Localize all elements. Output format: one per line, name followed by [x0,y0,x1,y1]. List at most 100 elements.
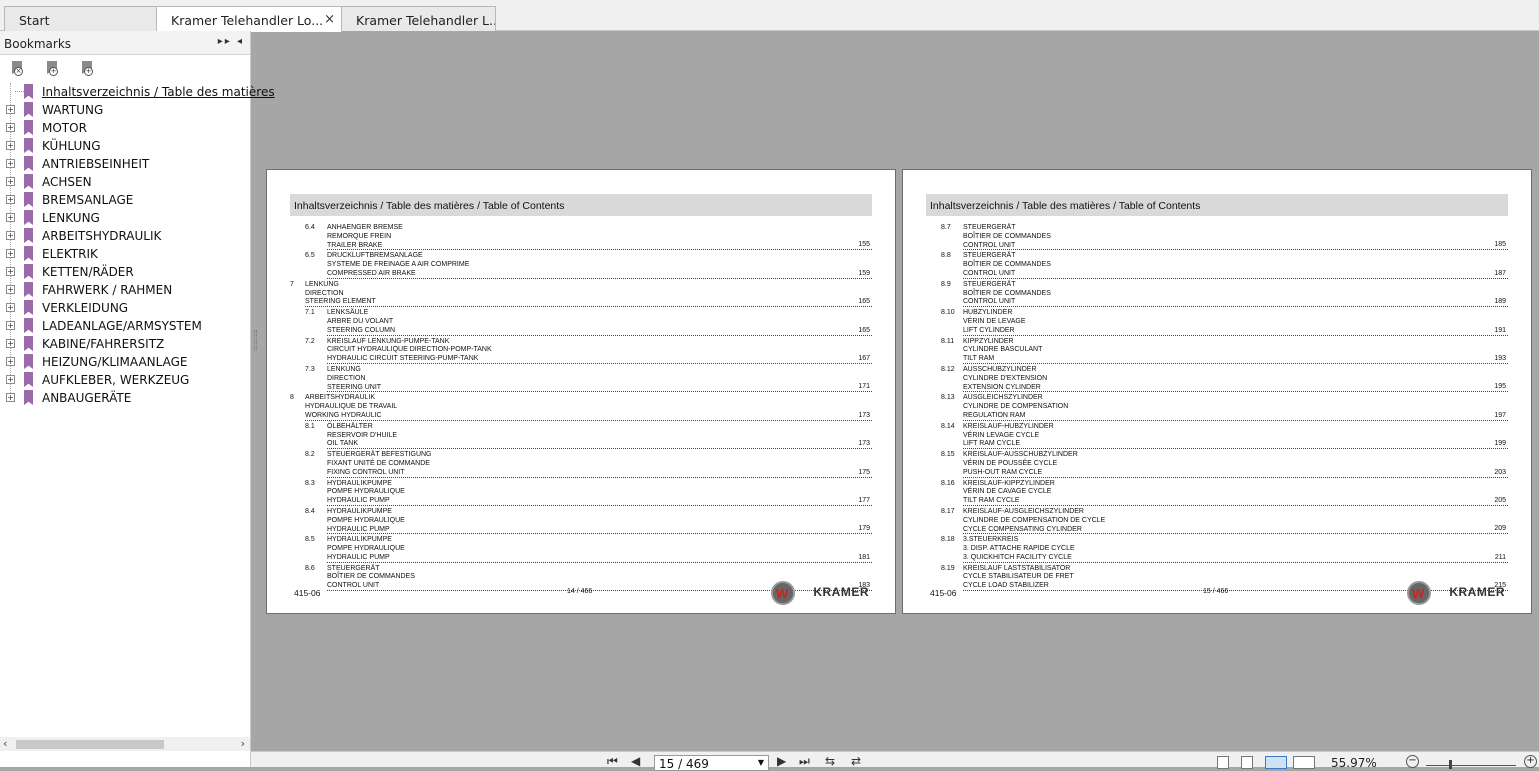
bookmark-item[interactable]: + ANTRIEBSEINHEIT [0,155,250,173]
tab-document-1[interactable]: Kramer Telehandler Lo... × [156,6,342,32]
toc-entry[interactable]: 8.1 ÖLBEHÄLTER RESERVOIR D'HUILE OIL TANK 17… [290,423,872,450]
zoom-out-icon[interactable]: − [1406,755,1419,768]
bookmark-item[interactable]: + BREMSANLAGE [0,191,250,209]
horizontal-scrollbar[interactable]: ‹ › [0,737,250,751]
expand-icon[interactable]: + [6,357,15,366]
panel-controls-icon[interactable]: ▸▸ ◂ [218,36,244,47]
toc-entry[interactable]: 8.16 KREISLAUF-KIPPZYLINDER VÉRIN DE CAVAG… [926,480,1508,506]
section-title-line: STEUERGERÄT [963,280,1016,288]
section-number: 8.7 [941,224,951,231]
prev-page-icon[interactable]: ◀ [631,754,640,768]
toc-entry[interactable]: 8.7 STEUERGERÄT BOÎTIER DE COMMANDES CONTRO… [926,224,1508,251]
toc-entry[interactable]: 8.17 KREISLAUF-AUSGLEICHSZYLINDER CYLINDRE… [926,508,1508,535]
bookmark-icon [24,210,33,225]
toc-entry[interactable]: 8.2 STEUERGERÄT BEFESTIGUNG FIXANT UNITÉ D… [290,451,872,478]
toc-entry[interactable]: 6.5 DRUCKLUFTBREMSANLAGE SYSTEME DE FREINA… [290,252,872,279]
add-bookmark-icon[interactable]: + [45,61,59,77]
bookmark-item[interactable]: + ANBAUGERÄTE [0,389,250,407]
section-number: 6.5 [305,252,315,260]
section-titles: HYDRAULIKPUMPE POMPE HYDRAULIQUE HYDRAULIC… [327,536,872,563]
toc-entry[interactable]: 7.3 LENKUNG DIRECTION STEERING UNIT 171 [290,366,872,393]
close-icon[interactable]: × [324,12,335,27]
splitter-grip[interactable] [254,330,257,350]
expand-icon[interactable]: + [6,393,15,402]
toc-entry[interactable]: 7 LENKUNG DIRECTION STEERING ELEMENT 165 [290,281,872,308]
bookmark-item[interactable]: + LADEANLAGE/ARMSYSTEM [0,317,250,335]
expand-icon[interactable]: + [6,267,15,276]
expand-icon[interactable]: + [6,213,15,222]
bookmark-item[interactable]: + ELEKTRIK [0,245,250,263]
bookmark-item[interactable]: + VERKLEIDUNG [0,299,250,317]
bookmark-item[interactable]: + ACHSEN [0,173,250,191]
toc-entry[interactable]: 8.3 HYDRAULIKPUMPE POMPE HYDRAULIQUE HYDRAU… [290,480,872,506]
expand-icon[interactable]: + [6,321,15,330]
bookmark-item[interactable]: + AUFKLEBER, WERKZEUG [0,371,250,389]
scroll-right-icon[interactable]: › [241,737,245,750]
tab-document-2[interactable]: Kramer Telehandler L... [341,6,496,31]
continuous-facing-view-icon[interactable] [1293,756,1315,769]
toc-entry[interactable]: 8.12 AUSSCHUBZYLINDER CYLINDRE D'EXTENSION… [926,366,1508,393]
expand-icon[interactable]: + [6,123,15,132]
toc-entry[interactable]: 8.11 KIPPZYLINDER CYLINDRE BASCULANT TILT R… [926,338,1508,364]
expand-icon[interactable]: + [6,159,15,168]
expand-icon[interactable]: + [6,105,15,114]
bookmark-item[interactable]: + KETTEN/RÄDER [0,263,250,281]
delete-bookmark-icon[interactable]: × [10,61,24,77]
expand-icon[interactable]: + [6,195,15,204]
section-number: 8 [290,394,294,402]
section-titles: ÖLBEHÄLTER RESERVOIR D'HUILE OIL TANK [327,423,872,450]
section-title-line: CYCLE STABILISATEUR DE FRET [963,573,1074,581]
expand-icon[interactable]: + [6,303,15,312]
toc-entry[interactable]: 8.18 3.STEUERKREIS 3. DISP. ATTACHE RAPIDE… [926,536,1508,563]
bookmark-item[interactable]: + KÜHLUNG [0,137,250,155]
continuous-view-icon[interactable] [1241,756,1253,769]
add-child-bookmark-icon[interactable]: + [80,61,94,77]
toc-entry[interactable]: 8.10 HUBZYLINDER VÉRIN DE LEVAGE LIFT CYLIN… [926,309,1508,336]
toc-page-number: 209 [1494,525,1506,533]
next-page-icon[interactable]: ▶ [777,754,786,768]
section-number: 8.4 [305,507,315,515]
zoom-slider-thumb[interactable] [1449,760,1452,769]
toc-entry[interactable]: 6.4 ANHAENGER BREMSE REMORQUE FREIN TRAILER… [290,224,872,251]
tab-start[interactable]: Start [4,6,158,31]
zoom-slider[interactable] [1426,765,1516,766]
toc-entry[interactable]: 7.2 KREISLAUF LENKUNG-PUMPE-TANK CIRCUIT H… [290,338,872,364]
expand-icon[interactable]: + [6,141,15,150]
chevron-down-icon[interactable]: ▼ [758,758,764,767]
expand-icon[interactable]: + [6,177,15,186]
bookmark-item[interactable]: + FAHRWERK / RAHMEN [0,281,250,299]
go-back-icon[interactable]: ⇆ [825,754,835,768]
toc-entry[interactable]: 8.8 STEUERGERÄT BOÎTIER DE COMMANDES CONTRO… [926,252,1508,279]
expand-icon[interactable]: + [6,249,15,258]
expand-icon[interactable]: + [6,285,15,294]
toc-entry[interactable]: 8.4 HYDRAULIKPUMPE POMPE HYDRAULIQUE HYDRAU… [290,507,872,535]
toc-page-number: 167 [858,354,870,362]
facing-view-icon[interactable] [1265,756,1287,769]
bookmark-icon [24,192,33,207]
toc-entry[interactable]: 8 ARBEITSHYDRAULIK HYDRAULIQUE DE TRAVAIL W… [290,394,872,421]
section-titles: KREISLAUF LENKUNG-PUMPE-TANK CIRCUIT HYDR… [327,338,872,364]
bookmark-item[interactable]: Inhaltsverzeichnis / Table des matières [0,83,275,101]
wacker-logo-icon [1407,581,1431,605]
bookmark-item[interactable]: + KABINE/FAHRERSITZ [0,335,250,353]
single-page-view-icon[interactable] [1217,756,1229,769]
toc-entry[interactable]: 7.1 LENKSÄULE ARBRE DU VOLANT STEERING COLU… [290,309,872,336]
go-forward-icon[interactable]: ⇄ [851,754,861,768]
toc-entry[interactable]: 8.15 KREISLAUF-AUSSCHUBZYLINDER VÉRIN DE P… [926,451,1508,478]
scroll-left-icon[interactable]: ‹ [3,737,7,750]
zoom-in-icon[interactable]: + [1524,755,1537,768]
toc-entry[interactable]: 8.14 KREISLAUF-HUBZYLINDER VÉRIN LEVAGE CY… [926,423,1508,450]
bookmark-item[interactable]: + LENKUNG [0,209,250,227]
bookmark-item[interactable]: + ARBEITSHYDRAULIK [0,227,250,245]
expand-icon[interactable]: + [6,339,15,348]
bookmark-item[interactable]: + HEIZUNG/KLIMAANLAGE [0,353,250,371]
toc-entry[interactable]: 8.9 STEUERGERÄT BOÎTIER DE COMMANDES CONTRO… [926,280,1508,308]
bookmark-item[interactable]: + MOTOR [0,119,250,137]
page-number-input[interactable]: 15 / 469 ▼ [654,755,769,771]
bookmark-item[interactable]: + WARTUNG [0,101,250,119]
toc-entry[interactable]: 8.13 AUSGLEICHSZYLINDER CYLINDRE DE COMPEN… [926,394,1508,421]
toc-entry[interactable]: 8.5 HYDRAULIKPUMPE POMPE HYDRAULIQUE HYDRAU… [290,536,872,563]
expand-icon[interactable]: + [6,231,15,240]
expand-icon[interactable]: + [6,375,15,384]
scrollbar-thumb[interactable] [16,740,164,749]
